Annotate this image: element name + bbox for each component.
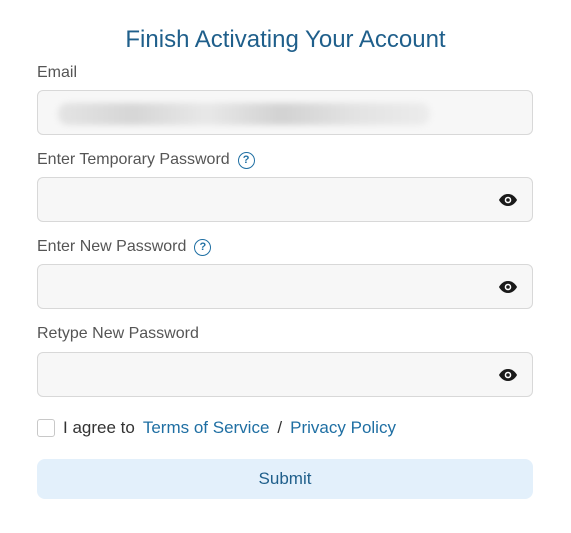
agree-separator: /	[277, 418, 283, 437]
page-title: Finish Activating Your Account	[125, 26, 446, 53]
email-blurred-value	[58, 103, 430, 125]
submit-button[interactable]: Submit	[37, 459, 533, 499]
temp-password-label-text: Enter Temporary Password	[37, 151, 230, 168]
retype-password-label: Retype New Password	[37, 324, 199, 344]
retype-password-label-text: Retype New Password	[37, 325, 199, 342]
help-icon[interactable]: ?	[237, 151, 255, 169]
eye-icon[interactable]	[498, 279, 518, 295]
agreement-row: I agree to Terms of Service / Privacy Po…	[37, 418, 396, 438]
eye-icon[interactable]	[498, 367, 518, 383]
retype-password-field[interactable]	[37, 352, 533, 397]
temp-password-input[interactable]	[38, 178, 532, 221]
email-field[interactable]	[37, 90, 533, 135]
activation-form: Finish Activating Your Account Email Ent…	[0, 0, 571, 533]
email-label-text: Email	[37, 64, 78, 81]
new-password-label: Enter New Password ?	[37, 237, 212, 257]
email-label: Email	[37, 63, 77, 83]
new-password-label-text: Enter New Password	[37, 238, 187, 255]
temp-password-field[interactable]	[37, 177, 533, 222]
privacy-link[interactable]: Privacy Policy	[290, 418, 396, 438]
agree-checkbox[interactable]	[37, 419, 55, 437]
eye-icon[interactable]	[498, 192, 518, 208]
new-password-field[interactable]	[37, 264, 533, 309]
agree-prefix: I agree to	[63, 418, 135, 437]
new-password-input[interactable]	[38, 265, 532, 308]
terms-link[interactable]: Terms of Service	[143, 418, 270, 438]
retype-password-input[interactable]	[38, 353, 532, 396]
help-icon[interactable]: ?	[194, 238, 212, 256]
temp-password-label: Enter Temporary Password ?	[37, 150, 255, 170]
